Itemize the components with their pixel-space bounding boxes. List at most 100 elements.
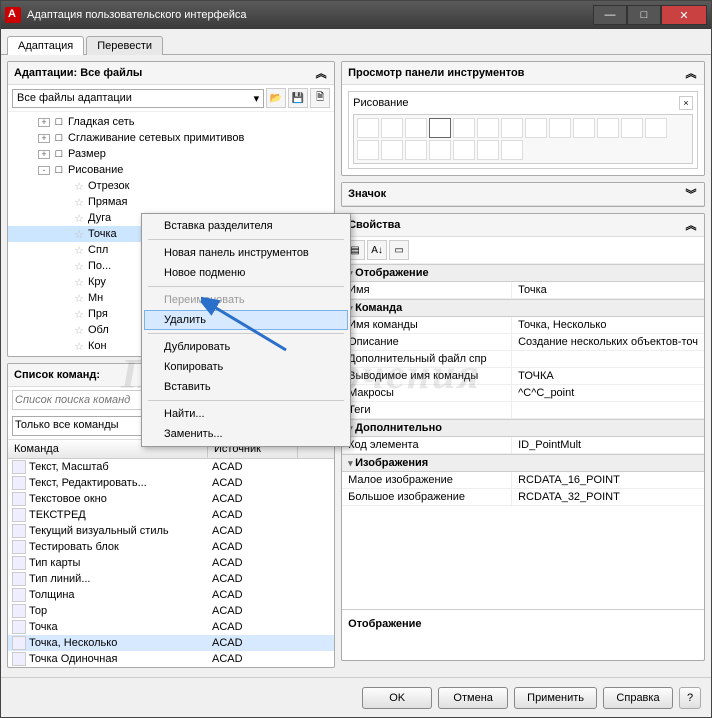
menu-item[interactable]: Копировать [144,357,348,377]
tool-icon[interactable] [453,118,475,138]
adaptations-title: Адаптации: Все файлы [14,67,142,79]
tree-item-icon: □ [52,131,66,145]
collapse-icon[interactable]: ︽ [314,66,328,80]
tree-toggle-icon[interactable]: + [38,118,50,127]
cat-command[interactable]: Команда [342,299,704,317]
command-name: Текст, Редактировать... [29,477,147,489]
menu-item[interactable]: Вставить [144,377,348,397]
tab-translate[interactable]: Перевести [86,36,163,55]
tool-icon[interactable] [621,118,643,138]
tool-icon[interactable] [381,140,403,160]
command-row[interactable]: Точка ОдиночнаяACAD [8,651,334,667]
tool-icon[interactable] [573,118,595,138]
tool-icon[interactable] [477,118,499,138]
command-icon [12,588,26,602]
tree-node[interactable]: +□Размер [8,146,334,162]
tree-node[interactable]: +□Гладкая сеть [8,114,334,130]
close-button[interactable]: ✕ [661,5,707,25]
save-icon[interactable]: 💾 [288,88,308,108]
tool-icon[interactable] [405,140,427,160]
tree-node[interactable]: -□Рисование [8,162,334,178]
command-icon [12,620,26,634]
menu-item[interactable]: Дублировать [144,337,348,357]
command-source: ACAD [208,637,298,649]
preview-close-icon[interactable]: × [679,96,693,110]
command-row[interactable]: ТочкаACAD [8,619,334,635]
save-all-icon[interactable]: 🗎 [310,88,330,108]
tree-label: Мн [88,292,103,304]
tree-item-icon: ☆ [72,195,86,209]
tab-adapt[interactable]: Адаптация [7,36,84,55]
menu-separator [148,400,344,401]
tree-toggle-icon[interactable]: + [38,150,50,159]
tool-icon[interactable] [357,140,379,160]
tool-icon[interactable] [501,118,523,138]
command-row[interactable]: ТорACAD [8,603,334,619]
command-name: Текст, Масштаб [29,461,109,473]
tree-toggle-icon[interactable]: + [38,134,50,143]
cat-extra[interactable]: Дополнительно [342,419,704,437]
command-source: ACAD [208,461,298,473]
adaptations-combo[interactable]: Все файлы адаптации [12,89,264,108]
command-row[interactable]: Текущий визуальный стильACAD [8,523,334,539]
menu-item[interactable]: Найти... [144,404,348,424]
apply-button[interactable]: Применить [514,687,597,709]
tool-icon[interactable] [381,118,403,138]
tree-node[interactable]: +□Сглаживание сетевых примитивов [8,130,334,146]
collapse-icon[interactable]: ︽ [684,218,698,232]
cat-images[interactable]: Изображения [342,454,704,472]
maximize-button[interactable]: □ [627,5,661,25]
tool-icon[interactable] [525,118,547,138]
open-icon[interactable]: 📂 [266,88,286,108]
tool-icon[interactable] [549,118,571,138]
tree-item-icon: ☆ [72,243,86,257]
tree-node[interactable]: ☆Прямая [8,194,334,210]
command-name: Текстовое окно [29,493,107,505]
command-row[interactable]: Тестировать блокACAD [8,539,334,555]
menu-item[interactable]: Новое подменю [144,263,348,283]
expand-icon[interactable]: ︾ [684,187,698,201]
ok-button[interactable]: OK [362,687,432,709]
command-source: ACAD [208,605,298,617]
menu-item[interactable]: Вставка разделителя [144,216,348,236]
tool-icon[interactable] [357,118,379,138]
menu-item[interactable]: Заменить... [144,424,348,444]
tool-icon[interactable] [405,118,427,138]
alphabetical-icon[interactable]: A↓ [367,240,387,260]
tool-icon[interactable] [597,118,619,138]
tree-node[interactable]: ☆Отрезок [8,178,334,194]
help-icon[interactable]: ? [679,687,701,709]
tool-icon[interactable] [477,140,499,160]
property-description: Отображение [342,609,704,660]
command-row[interactable]: Текст, Масштаб ACAD [8,459,334,475]
tree-toggle-icon[interactable]: - [38,166,50,175]
cat-display[interactable]: Отображение [342,264,704,282]
command-row[interactable]: Тип линий...ACAD [8,571,334,587]
tool-icon[interactable] [645,118,667,138]
prop-page-icon[interactable]: ▭ [389,240,409,260]
command-name: Точка, Несколько [29,637,117,649]
collapse-icon[interactable]: ︽ [684,66,698,80]
command-name: Тип линий... [29,573,91,585]
icon-panel-title: Значок [348,188,386,200]
command-source: ACAD [208,653,298,665]
tool-icon[interactable] [429,118,451,138]
command-row[interactable]: Тип картыACAD [8,555,334,571]
command-row[interactable]: ТЕКСТРЕДACAD [8,507,334,523]
command-row[interactable]: Текстовое окноACAD [8,491,334,507]
command-row[interactable]: ТолщинаACAD [8,587,334,603]
tool-icon[interactable] [429,140,451,160]
menu-item[interactable]: Новая панель инструментов [144,243,348,263]
help-button[interactable]: Справка [603,687,673,709]
properties-grid[interactable]: Отображение ИмяТочка Команда Имя команды… [342,264,704,609]
command-icon [12,492,26,506]
tool-icon[interactable] [501,140,523,160]
command-row[interactable]: Точка, Несколько ACAD [8,635,334,651]
command-grid[interactable]: Текст, Масштаб ACAD Текст, Редактировать..… [8,459,334,667]
cancel-button[interactable]: Отмена [438,687,508,709]
menu-item[interactable]: Удалить [144,310,348,330]
window-title: Адаптация пользовательского интерфейса [27,9,593,21]
tool-icon[interactable] [453,140,475,160]
command-row[interactable]: Текст, Редактировать...ACAD [8,475,334,491]
minimize-button[interactable]: — [593,5,627,25]
